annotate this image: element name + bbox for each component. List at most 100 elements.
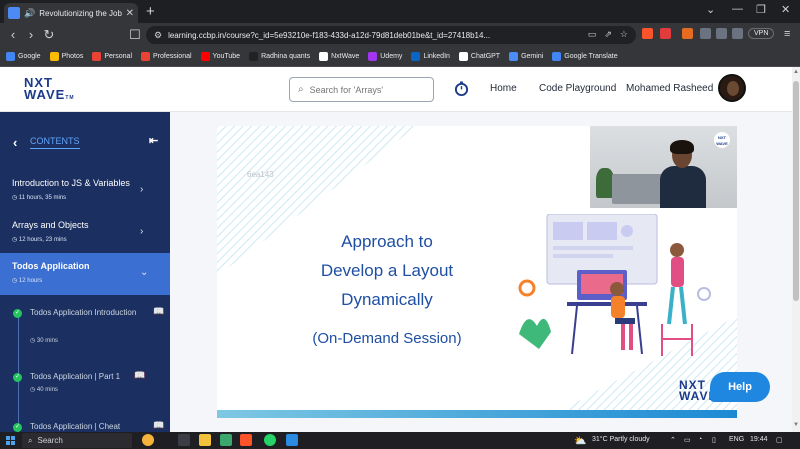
- module-title: Arrays and Objects: [12, 220, 89, 230]
- search-input[interactable]: [309, 84, 420, 95]
- lesson-item[interactable]: ✓ Todos Application | Part 1 ◷ 40 mins 📖: [0, 370, 170, 400]
- store-icon[interactable]: [220, 434, 232, 446]
- taskbar-search[interactable]: ⌕ Search: [22, 433, 132, 448]
- bookmark-item[interactable]: NxtWave: [319, 51, 359, 61]
- book-icon[interactable]: 📖: [134, 370, 145, 381]
- star-icon[interactable]: ☆: [620, 29, 628, 40]
- browser-tab[interactable]: 🔊 Revolutionizing the Job Ma ✕: [4, 3, 138, 23]
- bookmark-item[interactable]: Professional: [141, 51, 192, 61]
- share-icon[interactable]: ⇗: [604, 29, 612, 40]
- contents-title[interactable]: CONTENTS: [30, 136, 80, 149]
- webcam-logo: NXT WAVE: [714, 132, 730, 148]
- speaker-icon[interactable]: 🔊: [24, 8, 35, 19]
- avatar[interactable]: [718, 74, 746, 102]
- bookmark-label: Udemy: [380, 52, 403, 60]
- menu-icon[interactable]: ≡: [784, 28, 790, 40]
- task-view-icon[interactable]: [178, 434, 190, 446]
- bookmark-label: Google: [18, 52, 41, 60]
- tray-chevron-icon[interactable]: ⌃: [670, 436, 676, 444]
- video-player[interactable]: 6ea143 Approach to Develop a Layout Dyna…: [217, 126, 737, 418]
- weather-text[interactable]: 31°C Partly cloudy: [592, 436, 650, 443]
- notifications-icon[interactable]: ▢: [776, 436, 783, 444]
- bookmark-item[interactable]: Udemy: [368, 51, 403, 61]
- url-text[interactable]: learning.ccbp.in/course?c_id=5e93210e-f1…: [168, 31, 508, 40]
- extension-icon[interactable]: [682, 28, 693, 39]
- book-icon[interactable]: 📖: [153, 306, 164, 317]
- scroll-up-icon[interactable]: ▲: [793, 69, 799, 75]
- help-button[interactable]: Help: [710, 372, 770, 402]
- nav-user-name[interactable]: Mohamed Rasheed: [626, 83, 713, 94]
- scroll-down-icon[interactable]: ▼: [793, 422, 799, 428]
- module-item[interactable]: Arrays and Objects ◷ 12 hours, 23 mins ›: [0, 212, 170, 254]
- bookmark-star-icon[interactable]: ☐: [126, 27, 144, 43]
- minimize-icon[interactable]: —: [732, 3, 743, 15]
- network-icon[interactable]: ▭: [684, 436, 691, 444]
- collapse-sidebar-icon[interactable]: ⇤: [149, 134, 158, 147]
- logo-bottom: WAVE: [24, 87, 66, 102]
- bookmark-item[interactable]: Personal: [92, 51, 132, 61]
- close-tab-icon[interactable]: ✕: [126, 8, 134, 19]
- nav-code-playground[interactable]: Code Playground: [539, 83, 616, 94]
- bookmark-item[interactable]: LinkedIn: [411, 51, 450, 61]
- page-scrollbar[interactable]: ▲ ▼: [792, 67, 800, 432]
- close-window-icon[interactable]: ✕: [781, 3, 790, 16]
- bookmark-item[interactable]: Photos: [49, 51, 83, 61]
- module-duration: ◷ 12 hours, 23 mins: [12, 237, 67, 243]
- bookmark-item[interactable]: Google: [6, 51, 41, 61]
- weather-icon[interactable]: ⛅: [574, 436, 586, 447]
- puzzle-icon[interactable]: [700, 28, 711, 39]
- scrollbar-thumb[interactable]: [793, 81, 799, 301]
- module-item-active[interactable]: Todos Application ◷ 12 hours ⌄: [0, 253, 170, 295]
- tab-search-icon[interactable]: ⌄: [706, 3, 715, 16]
- bookmark-label: Radhina quants: [261, 52, 311, 60]
- module-title: Todos Application: [12, 261, 90, 271]
- contents-header: ‹ CONTENTS ⇤: [0, 112, 170, 157]
- windows-start-icon[interactable]: [6, 436, 15, 445]
- nxtwave-logo[interactable]: NXT WAVETM: [24, 76, 74, 105]
- vscode-icon[interactable]: [286, 434, 298, 446]
- whatsapp-icon[interactable]: [264, 434, 276, 446]
- lesson-item[interactable]: ✓ Todos Application Introduction ◷ 30 mi…: [0, 306, 170, 352]
- developer-illustration: [518, 214, 711, 356]
- bookmark-item[interactable]: Radhina quants: [249, 51, 311, 61]
- module-item[interactable]: Introduction to JS & Variables ◷ 11 hour…: [0, 170, 170, 212]
- speaker-tray-icon[interactable]: ◔: [698, 436, 702, 443]
- battery-icon[interactable]: ▯: [712, 436, 716, 444]
- language-indicator[interactable]: ENG: [729, 436, 744, 443]
- cast-icon[interactable]: ▭: [588, 29, 597, 40]
- vpn-button[interactable]: VPN: [748, 28, 775, 39]
- bookmark-label: Gemini: [521, 52, 544, 60]
- brave-shield-icon[interactable]: [642, 28, 653, 39]
- bookmark-label: Professional: [153, 52, 192, 60]
- check-icon: ✓: [13, 423, 22, 432]
- restore-icon[interactable]: ❐: [756, 3, 766, 16]
- slide-subtitle: (On-Demand Session): [312, 330, 462, 347]
- bookmark-item[interactable]: Google Translate: [552, 51, 618, 61]
- bookmark-item[interactable]: Gemini: [509, 51, 544, 61]
- stopwatch-icon[interactable]: [454, 81, 469, 96]
- bookmark-item[interactable]: ChatGPT: [458, 51, 500, 61]
- new-tab-button[interactable]: +: [146, 3, 155, 20]
- lesson-item[interactable]: ✓ Todos Application | Cheat 📖: [0, 420, 170, 432]
- search-box[interactable]: ⌕: [289, 77, 434, 102]
- nav-home[interactable]: Home: [490, 83, 517, 94]
- book-icon[interactable]: 📖: [153, 420, 164, 431]
- brave-browser-icon[interactable]: [240, 434, 252, 446]
- site-info-icon[interactable]: ⚙: [154, 30, 162, 41]
- forward-icon[interactable]: ›: [22, 27, 40, 42]
- nxtwave-favicon-icon: [8, 7, 20, 19]
- music-icon[interactable]: [716, 28, 727, 39]
- bookmark-label: Google Translate: [564, 52, 618, 60]
- brave-rewards-icon[interactable]: [660, 28, 671, 39]
- tab-title: Revolutionizing the Job Ma: [39, 8, 122, 18]
- back-icon[interactable]: ‹: [4, 27, 22, 42]
- clock[interactable]: 19:44: [750, 436, 768, 443]
- bookmark-item[interactable]: YouTube: [200, 51, 240, 61]
- address-bar[interactable]: ⚙ learning.ccbp.in/course?c_id=5e93210e-…: [146, 26, 636, 44]
- bookmark-favicon-icon: [319, 51, 329, 61]
- file-explorer-icon[interactable]: [199, 434, 211, 446]
- widgets-icon[interactable]: [142, 434, 154, 446]
- back-chevron-icon[interactable]: ‹: [13, 135, 17, 150]
- reload-icon[interactable]: ↻: [40, 27, 58, 43]
- sidebar-toggle-icon[interactable]: [732, 28, 743, 39]
